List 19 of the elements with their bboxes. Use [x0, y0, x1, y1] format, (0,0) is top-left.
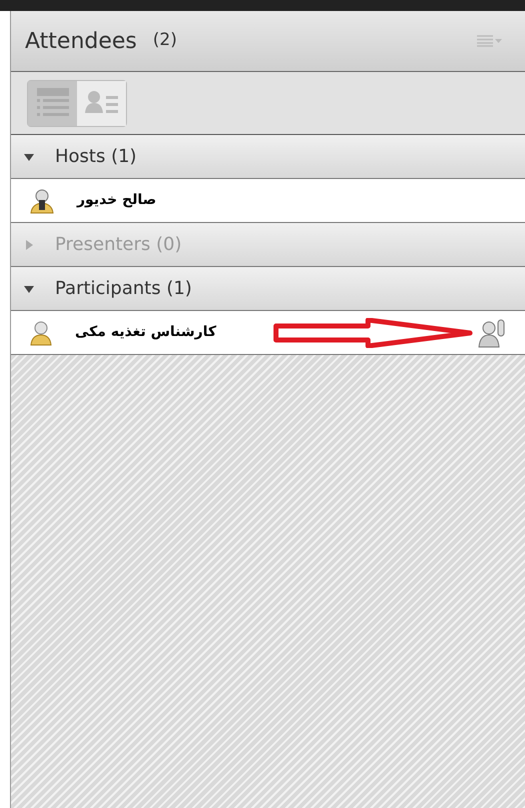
attendee-name: صالح خدیور: [77, 191, 156, 210]
section-header[interactable]: Participants (1): [11, 267, 525, 311]
menu-icon: [477, 35, 503, 47]
list-icon: [36, 88, 68, 118]
expand-arrow-icon: [23, 238, 35, 250]
section-title: Hosts (1): [55, 145, 137, 169]
section-title: Presenters (0): [55, 233, 182, 257]
list-view-button[interactable]: [28, 80, 77, 126]
person-icon: [29, 320, 53, 346]
host-icon: [29, 188, 55, 214]
section-title: Participants (1): [55, 277, 192, 301]
attendee-count: (2): [152, 29, 177, 52]
options-menu-button[interactable]: [477, 35, 503, 47]
attendee-name: کارشناس تغذیه مکی: [75, 323, 216, 342]
section-header[interactable]: Hosts (1): [11, 135, 525, 179]
card-view-button[interactable]: [77, 80, 126, 126]
arrow-icon: [273, 318, 473, 348]
panel-title: Attendees: [25, 28, 137, 56]
contact-card-icon: [84, 90, 118, 116]
